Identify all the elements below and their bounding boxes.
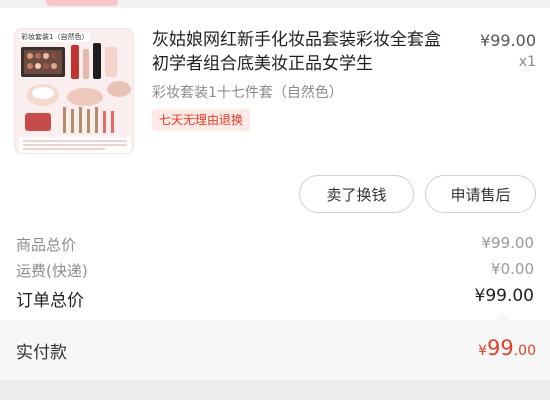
top-strip xyxy=(0,0,550,8)
order-total-row: 订单总价 ¥99.00 xyxy=(16,286,534,311)
cosmetics-set-image xyxy=(15,29,133,153)
paid-amount-integer: 99 xyxy=(487,336,514,360)
item-quantity: x1 xyxy=(518,54,536,70)
return-policy-badge: 七天无理由退换 xyxy=(152,109,251,131)
goods-total-row: 商品总价 ¥99.00 xyxy=(16,234,534,255)
order-total-value: ¥99.00 xyxy=(474,286,534,306)
shipping-label: 运费(快递) xyxy=(16,262,88,280)
bottom-divider xyxy=(0,380,550,400)
top-edge-decoration xyxy=(46,0,118,6)
thumbnail-tag: 彩妆套装1（自然色） xyxy=(19,32,91,42)
paid-section-notch xyxy=(494,312,510,320)
paid-currency: ¥ xyxy=(478,343,487,359)
product-thumbnail[interactable]: 彩妆套装1（自然色） xyxy=(14,28,134,154)
after-sale-button[interactable]: 申请售后 xyxy=(425,175,536,213)
product-title-line2: 初学者组合底美妆正品女学生 xyxy=(152,54,373,74)
sell-for-cash-button[interactable]: 卖了换钱 xyxy=(299,175,414,213)
product-title[interactable]: 灰姑娘网红新手化妆品套装彩妆全套盒 初学者组合底美妆正品女学生 xyxy=(152,28,452,76)
goods-total-value: ¥99.00 xyxy=(481,234,535,252)
order-total-label: 订单总价 xyxy=(16,291,84,311)
shipping-value: ¥0.00 xyxy=(491,260,534,278)
shipping-row: 运费(快递) ¥0.00 xyxy=(16,260,534,281)
product-sku: 彩妆套装1十七件套（自然色） xyxy=(152,85,343,101)
product-title-line1: 灰姑娘网红新手化妆品套装彩妆全套盒 xyxy=(152,30,441,50)
paid-amount: ¥99.00 xyxy=(478,336,536,360)
paid-label: 实付款 xyxy=(16,343,67,363)
paid-amount-decimal: .00 xyxy=(513,343,536,359)
order-item-card: 彩妆套装1（自然色） 灰姑娘网红新手化妆品套装彩妆全套盒 初学者组合底美妆正品女… xyxy=(0,8,550,320)
goods-total-label: 商品总价 xyxy=(16,236,77,254)
paid-amount-section: 实付款 ¥99.00 xyxy=(0,320,550,380)
item-price: ¥99.00 xyxy=(480,31,536,50)
